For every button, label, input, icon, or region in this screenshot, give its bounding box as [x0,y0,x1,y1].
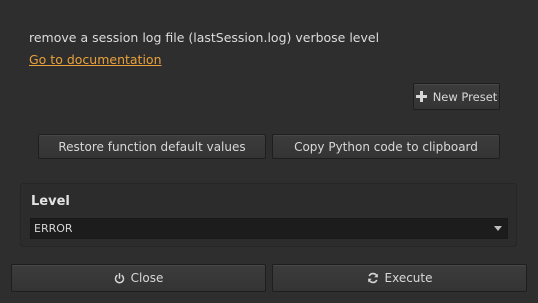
execute-label: Execute [384,271,433,285]
copy-python-code-label: Copy Python code to clipboard [294,139,478,154]
documentation-link[interactable]: Go to documentation [29,52,162,67]
close-button[interactable]: Close [11,264,266,292]
copy-python-code-button[interactable]: Copy Python code to clipboard [272,134,500,159]
level-parameter-group: Level ERROR [20,183,517,247]
restore-defaults-label: Restore function default values [58,139,246,154]
function-description: remove a session log file (lastSession.l… [29,30,380,45]
level-dropdown[interactable]: ERROR [30,218,508,239]
new-preset-button[interactable]: New Preset [413,83,500,110]
level-selected-value: ERROR [34,222,73,235]
new-preset-label: New Preset [432,89,498,104]
plus-icon [415,91,427,102]
restore-defaults-button[interactable]: Restore function default values [38,134,266,159]
power-icon [114,272,125,284]
execute-button[interactable]: Execute [272,264,527,292]
level-label: Level [31,194,70,209]
dialog: remove a session log file (lastSession.l… [0,0,538,303]
close-label: Close [130,271,164,285]
refresh-icon [367,272,379,284]
chevron-down-icon [494,226,502,231]
